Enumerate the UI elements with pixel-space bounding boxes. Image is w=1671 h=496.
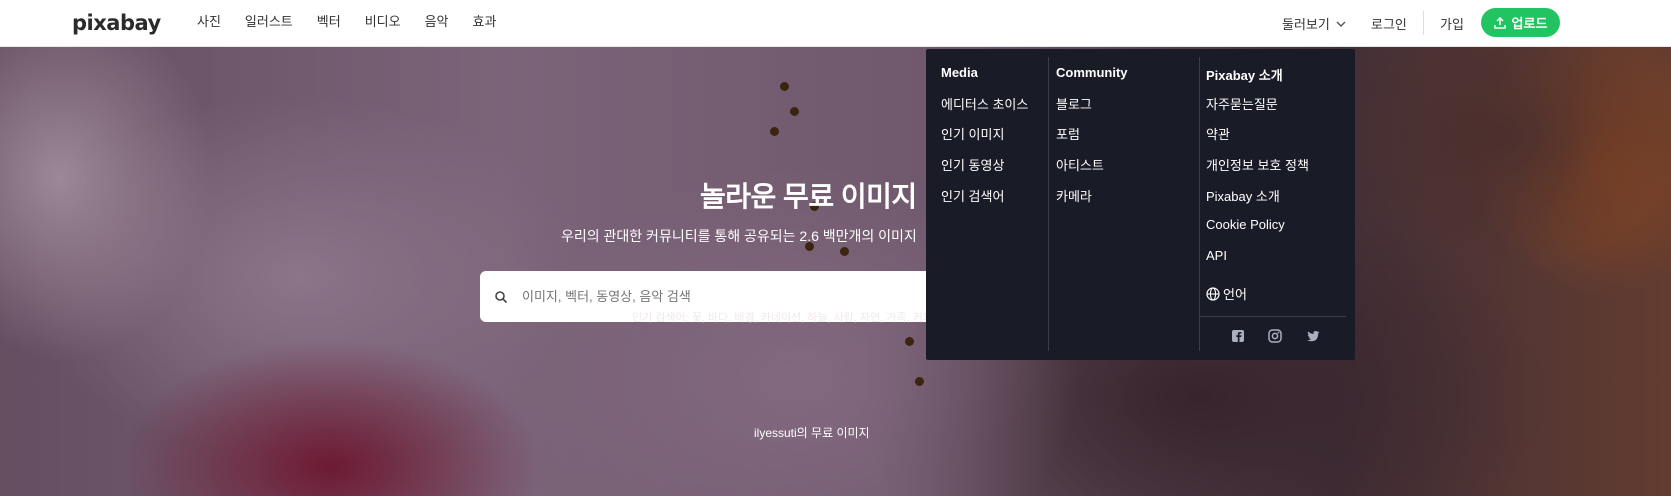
hero-image-detail (915, 377, 924, 386)
menu-item-popular-images[interactable]: 인기 이미지 (941, 124, 1004, 143)
nav-sound-effects[interactable]: 효과 (473, 14, 497, 30)
menu-item-about-pixabay[interactable]: Pixabay 소개 (1206, 186, 1280, 205)
facebook-icon[interactable] (1230, 328, 1246, 344)
main-nav: 사진 일러스트 벡터 비디오 음악 효과 (197, 14, 520, 30)
upload-label: 업로드 (1511, 16, 1548, 31)
menu-item-forum[interactable]: 포럼 (1056, 124, 1080, 143)
menu-item-api[interactable]: API (1206, 248, 1227, 263)
language-label: 언어 (1223, 287, 1247, 302)
explore-menu-button[interactable]: 둘러보기 (1282, 14, 1346, 33)
menu-item-artists[interactable]: 아티스트 (1056, 155, 1104, 174)
menu-item-blog[interactable]: 블로그 (1056, 94, 1092, 113)
globe-icon (1206, 286, 1220, 301)
menu-item-cameras[interactable]: 카메라 (1056, 186, 1092, 205)
menu-item-editors-choice[interactable]: 에디터스 초이스 (941, 94, 1028, 113)
chevron-down-icon (1336, 21, 1346, 27)
image-credit[interactable]: ilyessuti의 무료 이미지 (754, 424, 870, 441)
nav-photos[interactable]: 사진 (197, 14, 221, 30)
explore-label: 둘러보기 (1282, 17, 1330, 32)
hero-image-detail (780, 82, 789, 91)
about-heading: Pixabay 소개 (1206, 68, 1283, 83)
explore-dropdown: Media 에디터스 초이스 인기 이미지 인기 동영상 인기 검색어 Comm… (926, 49, 1355, 360)
top-header: pixabay 사진 일러스트 벡터 비디오 음악 효과 둘러보기 로그인 가입… (0, 0, 1671, 47)
nav-music[interactable]: 음악 (425, 14, 449, 30)
popular-searches[interactable]: 인기 검색어: 꽃, 바다, 배경, 카네이션, 하늘, 사람, 자연, 가족,… (632, 309, 933, 325)
community-heading: Community (1056, 65, 1128, 80)
social-divider (1200, 316, 1346, 317)
join-link[interactable]: 가입 (1440, 14, 1464, 33)
search-icon (495, 290, 508, 303)
column-divider (1199, 57, 1200, 351)
nav-videos[interactable]: 비디오 (365, 14, 401, 30)
language-selector[interactable]: 언어 (1206, 284, 1247, 303)
hero-image-detail (770, 127, 779, 136)
search-input[interactable] (522, 289, 902, 304)
hero-section: 놀라운 무료 이미지 우리의 관대한 커뮤니티를 통해 공유되는 2.6 백만개… (0, 47, 1671, 496)
header-divider (1423, 11, 1424, 35)
menu-item-faq[interactable]: 자주묻는질문 (1206, 94, 1278, 113)
menu-item-cookie-policy[interactable]: Cookie Policy (1206, 217, 1285, 232)
menu-item-terms[interactable]: 약관 (1206, 124, 1230, 143)
menu-item-privacy-policy[interactable]: 개인정보 보호 정책 (1206, 155, 1309, 174)
nav-vectors[interactable]: 벡터 (317, 14, 341, 30)
hero-title: 놀라운 무료 이미지 (700, 181, 917, 212)
hero-image-detail (905, 337, 914, 346)
upload-icon (1493, 16, 1506, 29)
upload-button[interactable]: 업로드 (1481, 8, 1560, 37)
menu-item-popular-videos[interactable]: 인기 동영상 (941, 155, 1004, 174)
column-divider (1048, 57, 1049, 351)
pixabay-logo[interactable]: pixabay (72, 11, 161, 35)
login-link[interactable]: 로그인 (1371, 14, 1407, 33)
hero-image-detail (790, 107, 799, 116)
media-heading: Media (941, 65, 978, 80)
menu-item-popular-searches[interactable]: 인기 검색어 (941, 186, 1004, 205)
hero-image-detail (840, 247, 849, 256)
hero-subtitle: 우리의 관대한 커뮤니티를 통해 공유되는 2.6 백만개의 이미지 (561, 228, 917, 244)
nav-illustrations[interactable]: 일러스트 (245, 14, 293, 30)
instagram-icon[interactable] (1267, 328, 1283, 344)
twitter-icon[interactable] (1305, 328, 1321, 344)
